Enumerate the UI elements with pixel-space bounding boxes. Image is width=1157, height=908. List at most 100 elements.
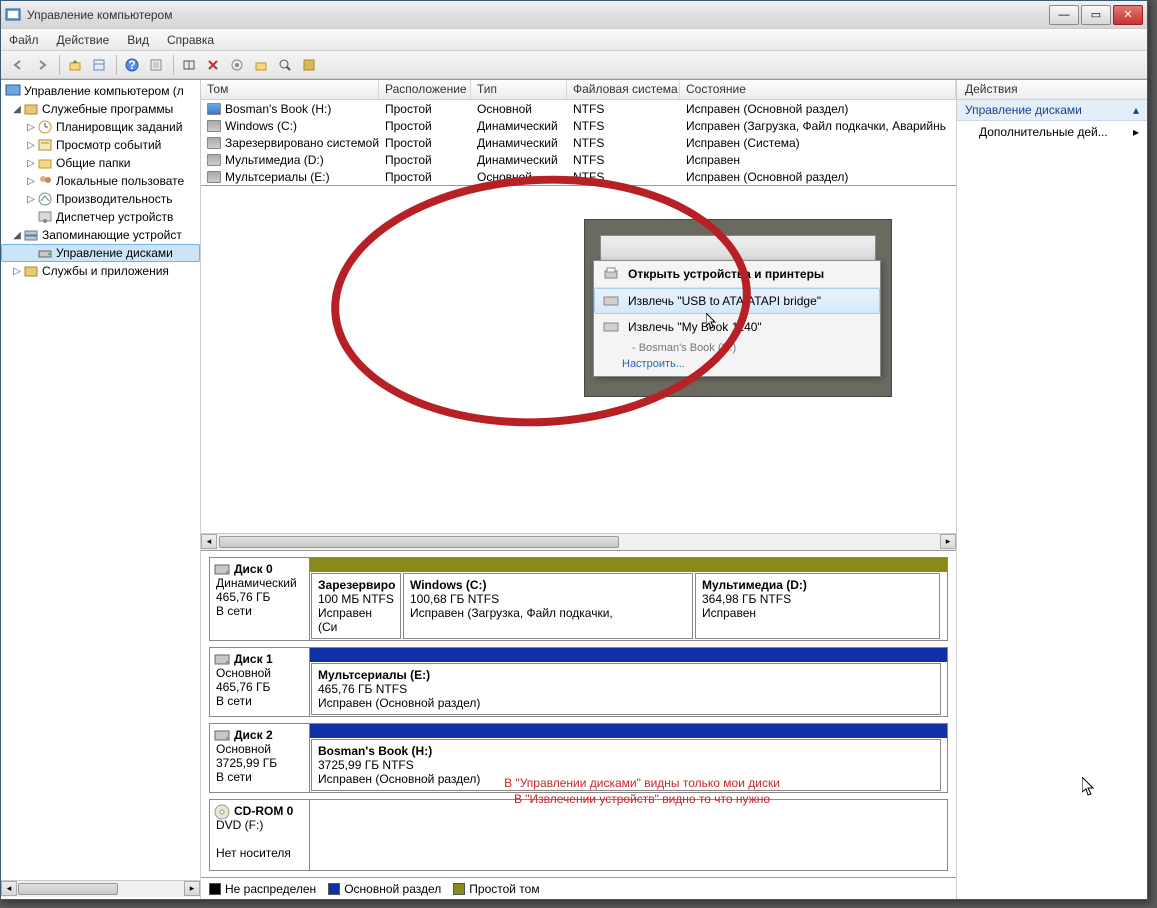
disk-panels: Диск 0 Динамический465,76 ГБВ сетиЗарезе… — [201, 551, 956, 877]
tree-events[interactable]: ▷ Просмотр событий — [1, 136, 200, 154]
tb-icon-3[interactable] — [226, 54, 247, 75]
eject-popup-menu: Открыть устройства и принтеры Извлечь "U… — [593, 260, 881, 377]
popup-open-devices[interactable]: Открыть устройства и принтеры — [594, 261, 880, 288]
disk-panel[interactable]: Диск 0 Динамический465,76 ГБВ сетиЗарезе… — [209, 557, 948, 641]
actions-header: Действия — [957, 80, 1147, 100]
mouse-cursor-icon — [1082, 777, 1096, 797]
eventlog-icon — [37, 137, 53, 153]
popup-setup-link[interactable]: Настроить... — [594, 356, 880, 376]
partition[interactable]: Мультсериалы (E:)465,76 ГБ NTFSИсправен … — [311, 663, 941, 715]
devmgr-icon — [37, 209, 53, 225]
window-title: Управление компьютером — [27, 8, 1047, 22]
overlay-area: Открыть устройства и принтеры Извлечь "U… — [201, 186, 956, 551]
volume-header: Том Расположение Тип Файловая система Со… — [201, 80, 956, 100]
diskmgmt-icon — [37, 245, 53, 261]
volume-row[interactable]: Зарезервировано системой Простой Динамич… — [201, 134, 956, 151]
legend: Не распределен Основной раздел Простой т… — [201, 877, 956, 899]
col-status[interactable]: Состояние — [680, 80, 956, 99]
tree-diskmgmt[interactable]: Управление дисками — [1, 244, 200, 262]
menu-action[interactable]: Действие — [57, 33, 110, 47]
tb-icon-1[interactable] — [178, 54, 199, 75]
tree-devmgr[interactable]: Диспетчер устройств — [1, 208, 200, 226]
actions-section[interactable]: Управление дисками ▴ — [957, 100, 1147, 121]
menu-help[interactable]: Справка — [167, 33, 214, 47]
volume-table: Том Расположение Тип Файловая система Со… — [201, 80, 956, 186]
tree-storage[interactable]: ◢ Запоминающие устройст — [1, 226, 200, 244]
perf-icon — [37, 191, 53, 207]
tree-system-tools[interactable]: ◢ Служебные программы — [1, 100, 200, 118]
disk-panel[interactable]: Диск 1 Основной465,76 ГБВ сетиМультсериа… — [209, 647, 948, 717]
tree-root[interactable]: Управление компьютером (л — [1, 82, 200, 100]
help-button[interactable]: ? — [121, 54, 142, 75]
disk-info: Диск 2 Основной3725,99 ГБВ сети — [210, 724, 310, 792]
popup-eject-mybook[interactable]: Извлечь "My Book 1140" — [594, 314, 880, 340]
drive-icon — [602, 293, 620, 309]
collapse-icon: ▴ — [1133, 103, 1139, 117]
volume-row[interactable]: Мультимедиа (D:) Простой Динамический NT… — [201, 151, 956, 168]
menu-view[interactable]: Вид — [127, 33, 149, 47]
disk-panel[interactable]: CD-ROM 0 DVD (F:)Нет носителя — [209, 799, 948, 871]
partition[interactable]: Зарезервиро100 МБ NTFSИсправен (Си — [311, 573, 401, 639]
tree-shared[interactable]: ▷ Общие папки — [1, 154, 200, 172]
up-button[interactable] — [64, 54, 85, 75]
properties-button[interactable] — [88, 54, 109, 75]
users-icon — [37, 173, 53, 189]
volume-row[interactable]: Windows (C:) Простой Динамический NTFS И… — [201, 117, 956, 134]
center-scrollbar[interactable]: ◂ ▸ — [201, 533, 956, 550]
menu-file[interactable]: Файл — [9, 33, 39, 47]
maximize-button[interactable]: ▭ — [1081, 5, 1111, 25]
title-bar[interactable]: Управление компьютером — ▭ ✕ — [1, 1, 1147, 29]
svg-text:?: ? — [128, 58, 135, 72]
col-volume[interactable]: Том — [201, 80, 379, 99]
refresh-button[interactable] — [145, 54, 166, 75]
tb-icon-6[interactable] — [298, 54, 319, 75]
volume-row[interactable]: Мультсериалы (E:) Простой Основной NTFS … — [201, 168, 956, 185]
tools-icon — [23, 101, 39, 117]
storage-icon — [23, 227, 39, 243]
col-type[interactable]: Тип — [471, 80, 567, 99]
forward-button[interactable] — [31, 54, 52, 75]
tb-icon-5[interactable] — [274, 54, 295, 75]
col-fs[interactable]: Файловая система — [567, 80, 680, 99]
minimize-button[interactable]: — — [1049, 5, 1079, 25]
tree-perf[interactable]: ▷ Производительность — [1, 190, 200, 208]
app-window: Управление компьютером — ▭ ✕ Файл Действ… — [0, 0, 1148, 900]
tree-scrollbar[interactable]: ◂ ▸ — [1, 880, 200, 897]
chevron-right-icon: ▸ — [1133, 125, 1139, 139]
partition[interactable]: Мультимедиа (D:)364,98 ГБ NTFSИсправен — [695, 573, 940, 639]
tb-icon-4[interactable] — [250, 54, 271, 75]
computer-icon — [5, 83, 21, 99]
hdd-icon — [214, 562, 230, 576]
printers-icon — [602, 266, 620, 282]
cursor-icon — [706, 313, 718, 331]
close-button[interactable]: ✕ — [1113, 5, 1143, 25]
disk-info: Диск 1 Основной465,76 ГБВ сети — [210, 648, 310, 716]
col-layout[interactable]: Расположение — [379, 80, 471, 99]
volume-row[interactable]: Bosman's Book (H:) Простой Основной NTFS… — [201, 100, 956, 117]
app-icon — [5, 7, 21, 23]
popup-taskbar — [600, 235, 876, 263]
annotation-text: В "Управлении дисками" видны только мои … — [332, 775, 952, 807]
services-icon — [23, 263, 39, 279]
hdd-icon — [214, 728, 230, 742]
actions-pane: Действия Управление дисками ▴ Дополнител… — [957, 80, 1147, 899]
disk-info: CD-ROM 0 DVD (F:)Нет носителя — [210, 800, 310, 870]
tree-scheduler[interactable]: ▷ Планировщик заданий — [1, 118, 200, 136]
popup-eject-usb[interactable]: Извлечь "USB to ATA/ATAPI bridge" — [594, 288, 880, 314]
tb-icon-2[interactable] — [202, 54, 223, 75]
tree-services[interactable]: ▷ Службы и приложения — [1, 262, 200, 280]
folder-shared-icon — [37, 155, 53, 171]
actions-more[interactable]: Дополнительные дей... ▸ — [957, 121, 1147, 143]
toolbar: ? — [1, 51, 1147, 79]
partition[interactable]: Windows (C:)100,68 ГБ NTFSИсправен (Загр… — [403, 573, 693, 639]
popup-sub-bosman: - Bosman's Book (H:) — [594, 340, 880, 356]
nav-tree: Управление компьютером (л ◢ Служебные пр… — [1, 80, 201, 899]
clock-icon — [37, 119, 53, 135]
drive-icon — [602, 319, 620, 335]
back-button[interactable] — [7, 54, 28, 75]
disk-info: Диск 0 Динамический465,76 ГБВ сети — [210, 558, 310, 640]
menu-bar: Файл Действие Вид Справка — [1, 29, 1147, 51]
tree-users[interactable]: ▷ Локальные пользовате — [1, 172, 200, 190]
hdd-icon — [214, 652, 230, 666]
cdrom-icon — [214, 804, 230, 818]
